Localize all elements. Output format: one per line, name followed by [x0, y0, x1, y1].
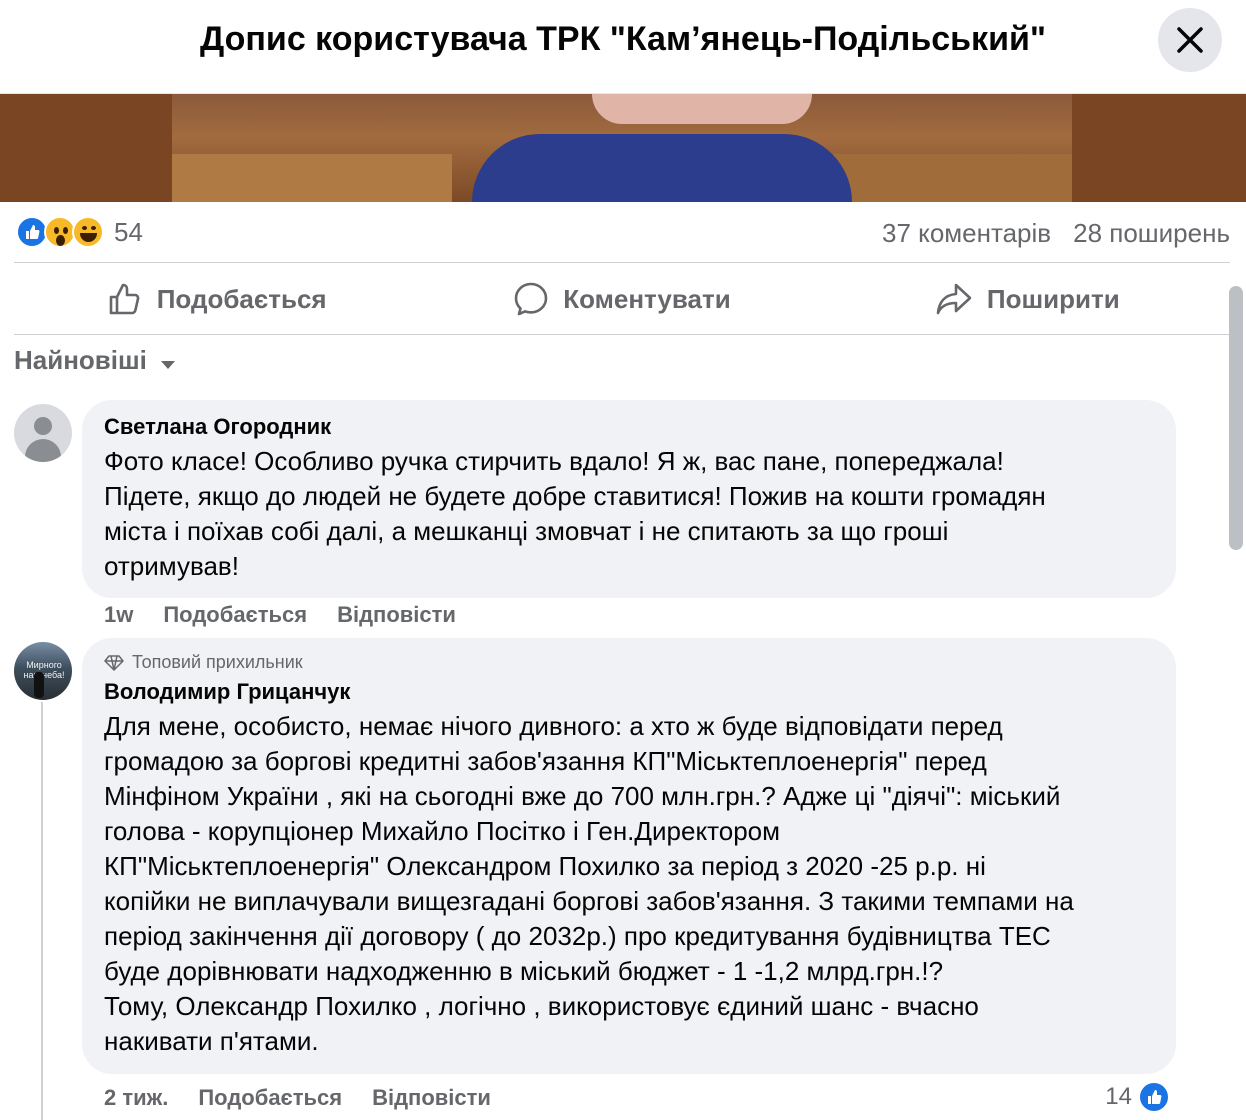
comment-text: Для мене, особисто, немає нічого дивного… [104, 711, 1074, 1056]
share-button-label: Поширити [986, 283, 1120, 314]
like-button-label: Подобається [156, 283, 327, 314]
scrollbar-thumb[interactable] [1229, 286, 1243, 550]
comment-button-label: Коментувати [563, 283, 731, 314]
top-fan-badge: Топовий прихильник [104, 652, 1154, 673]
comment-author[interactable]: Светлана Огородник [104, 414, 1154, 440]
badge-label: Топовий прихильник [132, 652, 303, 672]
caret-down-icon [160, 360, 175, 369]
comment-meta: 1w Подобається Відповісти [104, 602, 456, 628]
like-button[interactable]: Подобається [14, 264, 419, 334]
comment-bubble: Светлана Огородник Фото класе! Особливо … [82, 400, 1176, 598]
comment-time[interactable]: 1w [104, 602, 133, 628]
share-arrow-icon [936, 283, 972, 315]
comment-reply-button[interactable]: Відповісти [372, 1085, 491, 1111]
thumbs-up-icon [109, 283, 140, 315]
divider [14, 262, 1230, 263]
comment-bubble-icon [514, 282, 548, 316]
post-stats: 54 37 коментарів 28 поширень [14, 208, 1230, 258]
post-action-bar: Подобається Коментувати Поширити [14, 264, 1230, 334]
post-photo[interactable] [0, 94, 1246, 202]
photo-right-edge [1072, 94, 1246, 202]
reply-thread-line [41, 702, 43, 1120]
haha-icon [72, 216, 104, 248]
avatar[interactable]: Мирного нам неба! [14, 642, 72, 700]
comment-reply-button[interactable]: Відповісти [337, 602, 456, 628]
avatar[interactable] [14, 404, 72, 462]
close-icon [1177, 27, 1203, 53]
like-icon [1138, 1081, 1170, 1113]
reactions-summary[interactable]: 54 [16, 216, 143, 248]
photo-left-edge [0, 94, 172, 202]
comment-like-button[interactable]: Подобається [198, 1085, 342, 1111]
divider [14, 334, 1230, 335]
comment-like-button[interactable]: Подобається [163, 602, 307, 628]
comment-button[interactable]: Коментувати [419, 264, 824, 334]
photo-content [172, 94, 1072, 202]
comment-sort-dropdown[interactable]: Найновіші [14, 345, 177, 376]
comments-count[interactable]: 37 коментарів [882, 218, 1051, 249]
dialog-title: Допис користувача ТРК "Кам’янець-Подільс… [199, 20, 1046, 58]
comment-meta: 2 тиж. Подобається Відповісти [104, 1085, 491, 1111]
comment-like-count: 14 [1105, 1083, 1132, 1110]
comment-bubble: Топовий прихильник Володимир Грицанчук Д… [82, 638, 1176, 1074]
comment-text: Фото класе! Особливо ручка стирчить вдал… [104, 446, 1046, 581]
comment-reaction-count[interactable]: 14 [1105, 1081, 1170, 1113]
dialog-header: Допис користувача ТРК "Кам’янець-Подільс… [0, 0, 1246, 94]
close-button[interactable] [1158, 8, 1222, 72]
comment-author[interactable]: Володимир Грицанчук [104, 679, 1154, 705]
diamond-icon [104, 654, 124, 671]
share-button[interactable]: Поширити [825, 264, 1230, 334]
avatar-caption: Мирного нам неба! [23, 660, 65, 680]
reaction-count: 54 [114, 216, 143, 247]
sort-label: Найновіші [14, 345, 147, 375]
shares-count[interactable]: 28 поширень [1073, 218, 1230, 249]
comment-time[interactable]: 2 тиж. [104, 1085, 168, 1111]
